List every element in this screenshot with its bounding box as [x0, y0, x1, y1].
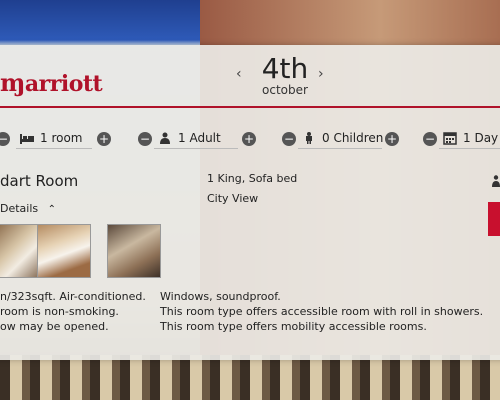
room-description-left: n/323sqft. Air-conditioned. room is non-…: [0, 289, 146, 334]
brand-logo: ɱarriott: [0, 68, 103, 97]
description-line: n/323sqft. Air-conditioned.: [0, 290, 146, 303]
date-month: october: [262, 83, 308, 97]
street-image: [0, 355, 500, 400]
room-view: City View: [207, 192, 259, 205]
description-line: ow may be opened.: [0, 320, 109, 333]
person-icon: [160, 132, 170, 144]
description-line: Windows, soundproof.: [160, 290, 281, 303]
book-button[interactable]: [488, 202, 500, 236]
details-label: Details: [0, 202, 39, 215]
room-description-right: Windows, soundproof. This room type offe…: [160, 289, 483, 334]
description-line: This room type offers mobility accessibl…: [160, 320, 427, 333]
bed-icon: [20, 134, 34, 144]
adults-plus-button[interactable]: +: [242, 132, 256, 146]
room-photo-thumbnail[interactable]: [37, 224, 91, 278]
next-date-arrow-icon[interactable]: ›: [318, 66, 324, 82]
bed-type: 1 King, Sofa bed: [207, 172, 298, 185]
person-icon: [492, 175, 500, 187]
children-minus-button[interactable]: −: [282, 132, 296, 146]
adults-minus-button[interactable]: −: [138, 132, 152, 146]
children-field[interactable]: 0 Children: [298, 128, 383, 149]
header-divider: [0, 106, 500, 108]
rooms-field[interactable]: 1 room: [16, 128, 92, 149]
room-photo-thumbnail[interactable]: [107, 224, 161, 278]
calendar-icon: [443, 132, 457, 145]
days-field[interactable]: 1 Day: [439, 128, 500, 149]
room-title: dart Room: [0, 172, 79, 190]
description-line: room is non-smoking.: [0, 305, 119, 318]
child-icon: [306, 132, 312, 144]
adults-field[interactable]: 1 Adult: [154, 128, 238, 149]
rooms-plus-button[interactable]: +: [97, 132, 111, 146]
details-toggle[interactable]: Details ⌃: [0, 202, 56, 215]
children-plus-button[interactable]: +: [385, 132, 399, 146]
chevron-up-icon: ⌃: [47, 204, 57, 215]
description-line: This room type offers accessible room wi…: [160, 305, 484, 318]
days-minus-button[interactable]: −: [423, 132, 437, 146]
